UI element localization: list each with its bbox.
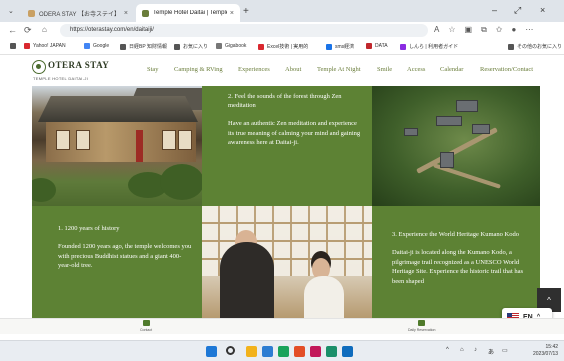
extension-icon[interactable]: ▣	[465, 25, 473, 35]
bookmark-folder-other[interactable]: その他のお気に入り	[508, 43, 562, 50]
nav-access[interactable]: Access	[407, 66, 425, 73]
footer-contact[interactable]: Contact	[140, 320, 152, 332]
monk-and-guest-photo	[202, 206, 372, 318]
browser-tab-strip: ⌄ ODERA STAY 【お寺ステイ】 × Temple Hotel Dait…	[0, 0, 564, 22]
favorites-icon[interactable]: ✩	[496, 25, 503, 35]
ime-indicator[interactable]: あ	[488, 347, 494, 356]
tab-daitai-active[interactable]: Temple Hotel Daitai | Temple Wa ×	[136, 4, 240, 22]
nav-stay[interactable]: Stay	[147, 66, 159, 73]
logo-emblem-icon[interactable]	[32, 60, 46, 74]
zen-description: Have an authentic Zen meditation and exp…	[228, 120, 361, 146]
site-header: OTERA STAY TEMPLE HOTEL DAITAI-JI Stay C…	[0, 56, 564, 86]
app-icon-orange[interactable]	[294, 346, 305, 357]
tab-title: Temple Hotel Daitai | Temple Wa	[153, 10, 227, 16]
history-description: Founded 1200 years ago, the temple welco…	[58, 243, 192, 269]
nav-smile[interactable]: Smile	[377, 66, 392, 73]
tab-close-icon[interactable]: ×	[124, 10, 128, 17]
history-panel[interactable]: 1. 1200 years of history Founded 1200 ye…	[32, 206, 202, 318]
search-icon[interactable]	[226, 346, 235, 355]
tray-overflow-icon[interactable]: ^	[446, 347, 449, 353]
nav-reservation-contact[interactable]: Reservation/Contact	[480, 66, 533, 73]
file-explorer-icon[interactable]	[246, 346, 257, 357]
kumano-kodo-panel[interactable]: 3. Experience the World Heritage Kumano …	[372, 206, 540, 318]
browser-tools: A ☆ ▣ ⧉ ✩ ● ⋯	[434, 25, 533, 35]
bookmark-item[interactable]: DATA	[366, 43, 388, 49]
mail-icon	[142, 320, 150, 326]
new-tab-button[interactable]: +	[243, 6, 249, 17]
temple-photo	[32, 86, 202, 206]
footer-daily-reservation[interactable]: Daily Reservation	[408, 320, 435, 332]
profile-avatar-icon[interactable]: ●	[512, 25, 517, 35]
read-aloud-icon[interactable]: A	[434, 25, 439, 35]
logo-tagline: TEMPLE HOTEL DAITAI-JI	[33, 76, 89, 81]
site-favicon-icon	[142, 9, 149, 17]
bookmark-item[interactable]: お気に入り	[174, 43, 208, 50]
app-icon-green[interactable]	[278, 346, 289, 357]
tab-title: ODERA STAY 【お寺ステイ】	[39, 11, 121, 18]
start-icon[interactable]	[206, 346, 217, 357]
battery-icon[interactable]: ▭	[502, 347, 508, 354]
calendar-icon	[418, 320, 426, 326]
reload-icon[interactable]: ⟳	[24, 25, 32, 36]
bookmark-item[interactable]: sms経済	[326, 43, 354, 50]
history-heading: 1. 1200 years of history	[58, 225, 120, 232]
address-toolbar: ← ⟳ ⌂ https://oterastay.com/en/daitaiji/…	[0, 22, 564, 39]
minimize-button[interactable]: –	[492, 5, 497, 15]
more-menu-icon[interactable]: ⋯	[525, 25, 533, 35]
maximize-button[interactable]: ⤢	[514, 5, 521, 16]
tab-close-icon[interactable]: ×	[230, 10, 234, 17]
nav-about[interactable]: About	[285, 66, 301, 73]
close-window-button[interactable]: ×	[540, 5, 545, 15]
bookmark-item[interactable]: Excel技術 | 実用的	[258, 43, 308, 50]
bookmark-item[interactable]: しんら | 利用者ガイド	[400, 43, 458, 50]
bookmark-item[interactable]: 日経BP 知財情報	[120, 43, 167, 50]
kodo-heading: 3. Experience the World Heritage Kumano …	[392, 231, 519, 238]
kodo-description: Daitai-ji is located along the Kumano Ko…	[392, 249, 524, 285]
bookmark-item[interactable]: Gigabook	[216, 43, 246, 49]
experience-grid: 2. Feel the sounds of the forest through…	[32, 86, 540, 318]
bookmark-item[interactable]: Yahoo! JAPAN	[24, 43, 66, 49]
bookmark-item[interactable]: Google	[84, 43, 109, 49]
edge-browser-icon[interactable]	[326, 346, 337, 357]
site-logo[interactable]: OTERA STAY	[48, 60, 109, 70]
widgets-icon[interactable]	[262, 346, 273, 357]
zen-heading: 2. Feel the sounds of the forest through…	[228, 93, 342, 109]
site-favicon-icon	[28, 9, 35, 17]
aerial-temple-photo	[372, 86, 540, 206]
nav-camping-rving[interactable]: Camping & RVing	[174, 66, 223, 73]
collections-icon[interactable]: ⧉	[481, 25, 487, 35]
app-icon-red[interactable]	[310, 346, 321, 357]
volume-icon[interactable]: ♪	[474, 347, 477, 353]
system-clock[interactable]: 15:42 2023/07/13	[533, 344, 558, 358]
nav-temple-at-night[interactable]: Temple At Night	[317, 66, 361, 73]
nav-experiences[interactable]: Experiences	[238, 66, 270, 73]
home-icon[interactable]: ⌂	[42, 25, 47, 34]
network-icon[interactable]: ⌂	[460, 347, 464, 353]
back-icon[interactable]: ←	[8, 25, 17, 35]
bookmarks-folder-icon[interactable]	[10, 43, 19, 49]
tab-actions-icon[interactable]: ⌄	[8, 7, 14, 15]
bookmarks-bar: Yahoo! JAPAN Google 日経BP 知財情報 お気に入り Giga…	[0, 39, 564, 55]
tab-oterastay[interactable]: ODERA STAY 【お寺ステイ】 ×	[22, 4, 134, 22]
zen-meditation-panel[interactable]: 2. Feel the sounds of the forest through…	[202, 86, 372, 206]
app-icon-blue[interactable]	[342, 346, 353, 357]
nav-calendar[interactable]: Calendar	[440, 66, 463, 73]
windows-taskbar: ^ ⌂ ♪ あ ▭ 15:42 2023/07/13	[0, 340, 564, 361]
url-field[interactable]: https://oterastay.com/en/daitaiji/	[60, 24, 428, 37]
sticky-footer-bar: Contact Daily Reservation	[0, 318, 564, 334]
favorite-star-icon[interactable]: ☆	[448, 25, 455, 35]
